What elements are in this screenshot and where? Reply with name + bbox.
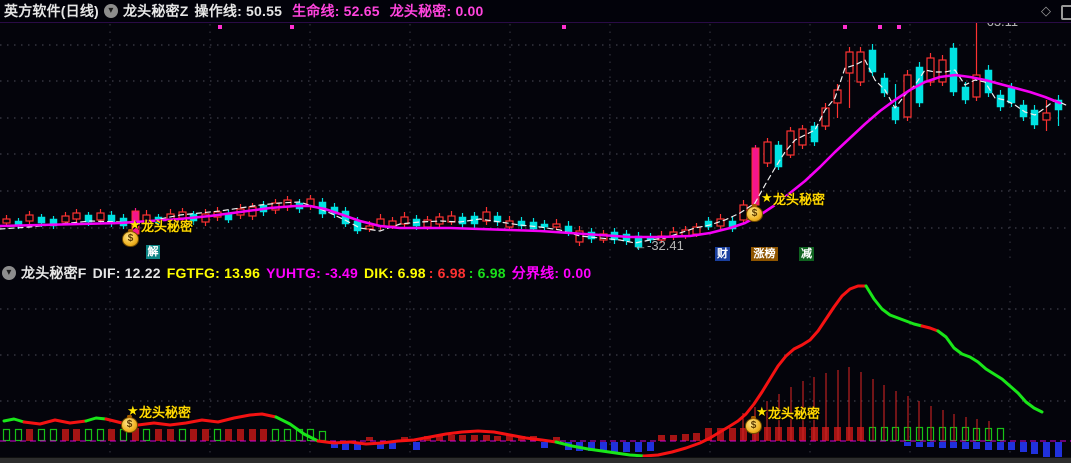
sub-field-boundary-line: 分界线: 0.00 — [511, 265, 592, 281]
window-controls: ◇ — [1035, 3, 1071, 20]
sub-chart-header: ▾ 龙头秘密F DIF: 12.22 FGTFG: 13.96 YUHTG: -… — [0, 263, 1071, 283]
main-field-life-line: 生命线: 52.65 — [292, 3, 380, 19]
sub-field-value-green: : 6.98 — [468, 265, 506, 281]
sub-field-fgtfg: FGTFG: 13.96 — [166, 265, 261, 281]
diamond-icon[interactable]: ◇ — [1041, 3, 1051, 18]
price-and-indicator-chart[interactable] — [0, 0, 1071, 463]
sub-field-value-red: : 6.98 — [428, 265, 466, 281]
trading-app-window: 英方软件(日线) ▾ 龙头秘密Z 操作线: 50.55 生命线: 52.65 龙… — [0, 0, 1071, 463]
main-indicator-name: 龙头秘密Z — [122, 3, 189, 19]
main-field-operation-line: 操作线: 50.55 — [194, 3, 283, 19]
sub-indicator-name: 龙头秘密F — [21, 265, 87, 281]
stock-title: 英方软件(日线) — [4, 3, 99, 19]
sub-field-yuhtg: YUHTG: -3.49 — [266, 265, 358, 281]
bottom-divider-strip[interactable] — [0, 457, 1071, 463]
main-chart-header: 英方软件(日线) ▾ 龙头秘密Z 操作线: 50.55 生命线: 52.65 龙… — [0, 0, 1071, 23]
collapse-main-panel-icon[interactable]: ▾ — [103, 4, 118, 18]
sub-field-dik: DIK: 6.98 — [364, 265, 426, 281]
collapse-sub-panel-icon[interactable]: ▾ — [2, 266, 16, 280]
sub-field-dif: DIF: 12.22 — [92, 265, 161, 281]
main-field-longtou-secret: 龙头秘密: 0.00 — [389, 3, 484, 19]
maximize-icon[interactable] — [1061, 5, 1071, 20]
